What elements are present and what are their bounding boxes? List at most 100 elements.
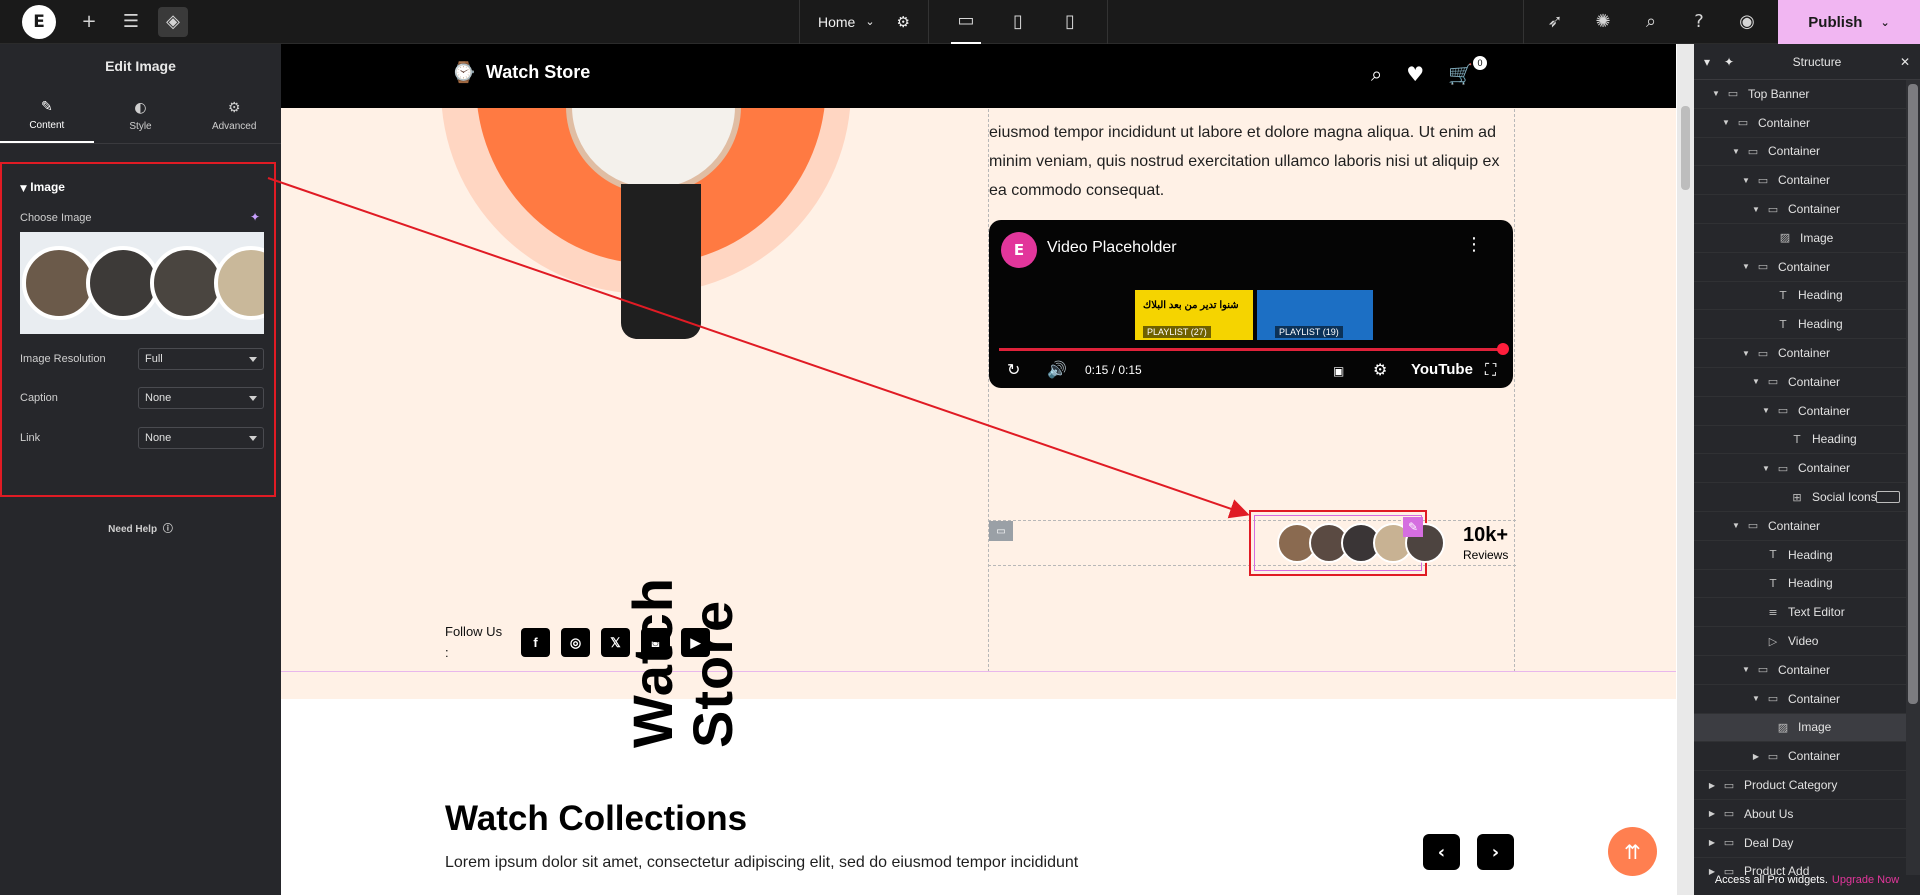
close-icon[interactable]: ✕ bbox=[1900, 55, 1910, 69]
structure-item[interactable]: ▶ ▭ Container bbox=[1694, 742, 1906, 772]
image-picker-preview[interactable] bbox=[20, 232, 264, 334]
upgrade-link[interactable]: Upgrade Now bbox=[1832, 874, 1899, 886]
structure-item[interactable]: ▼ ▭ Container bbox=[1694, 656, 1906, 685]
edit-widget-icon[interactable]: ✎ bbox=[1403, 517, 1423, 537]
settings-sliders-icon[interactable]: ☰ bbox=[116, 7, 146, 37]
caret-down-icon[interactable]: ▼ bbox=[1730, 147, 1742, 156]
structure-item[interactable]: ▶ ▭ Product Category bbox=[1694, 771, 1906, 800]
caret-down-icon[interactable]: ▼ bbox=[1740, 665, 1752, 674]
mobile-icon[interactable]: ▯ bbox=[1055, 7, 1085, 37]
ai-sparkle-icon[interactable]: ✦ bbox=[250, 210, 260, 224]
structure-item[interactable]: ▶ ▭ About Us bbox=[1694, 800, 1906, 829]
video-widget[interactable]: E Video Placeholder ⋮ شنوا تدير من بعد ا… bbox=[989, 220, 1513, 388]
structure-item[interactable]: T Heading bbox=[1694, 282, 1906, 311]
structure-item[interactable]: ▼ ▭ Container bbox=[1694, 109, 1906, 138]
structure-item[interactable]: ▼ ▭ Container bbox=[1694, 138, 1906, 167]
volume-icon[interactable]: 🔊 bbox=[1047, 360, 1067, 379]
structure-item[interactable]: T Heading bbox=[1694, 570, 1906, 599]
structure-item[interactable]: ▷ Video bbox=[1694, 627, 1906, 656]
caret-down-icon[interactable]: ▼ bbox=[1750, 377, 1762, 386]
canvas-scrollbar-thumb[interactable] bbox=[1681, 106, 1690, 190]
more-icon[interactable]: ⋮ bbox=[1465, 234, 1483, 255]
replay-icon[interactable]: ↻ bbox=[1007, 360, 1020, 379]
playlist-thumbnail[interactable]: PLAYLIST (19) bbox=[1257, 290, 1373, 340]
video-progress-bar[interactable] bbox=[999, 348, 1503, 351]
playlist-thumbnail[interactable]: شنوا تدير من بعد البلاك PLAYLIST (27) bbox=[1135, 290, 1253, 340]
structure-item[interactable]: ▼ ▭ Container bbox=[1694, 166, 1906, 196]
structure-item[interactable]: ▶ ▭ Deal Day bbox=[1694, 829, 1906, 858]
caret-down-icon[interactable]: ▼ bbox=[1740, 262, 1752, 271]
structure-item[interactable]: ▼ ▭ Container bbox=[1694, 685, 1906, 714]
megaphone-icon[interactable]: ✺ bbox=[1588, 7, 1618, 37]
dribbble-icon[interactable]: ◎ bbox=[561, 628, 590, 657]
tab-style[interactable]: ◐ Style bbox=[94, 88, 188, 143]
structure-item[interactable]: ▼ ▭ Top Banner bbox=[1694, 80, 1906, 109]
collapse-all-icon[interactable]: ▾ bbox=[1704, 55, 1710, 69]
top-banner[interactable]: eiusmod tempor incididunt ut labore et d… bbox=[281, 44, 1676, 699]
tab-content[interactable]: ✎ Content bbox=[0, 88, 94, 143]
structure-item[interactable]: T Heading bbox=[1694, 310, 1906, 340]
progress-handle[interactable] bbox=[1497, 343, 1509, 355]
site-brand[interactable]: ⌚ Watch Store bbox=[451, 60, 590, 84]
structure-scrollbar[interactable] bbox=[1906, 80, 1920, 875]
desktop-icon[interactable]: ▭ bbox=[951, 0, 981, 44]
carousel-next-button[interactable]: › bbox=[1477, 834, 1514, 870]
structure-item[interactable]: T Heading bbox=[1694, 426, 1906, 455]
caret-down-icon[interactable]: ▼ bbox=[1740, 176, 1752, 185]
caret-down-icon[interactable]: ▼ bbox=[1720, 118, 1732, 127]
caret-down-icon[interactable]: ▼ bbox=[1730, 521, 1742, 530]
caret-down-icon[interactable]: ▼ bbox=[1710, 89, 1722, 98]
caret-right-icon[interactable]: ▶ bbox=[1706, 838, 1718, 847]
publish-button[interactable]: Publish ⌄ bbox=[1778, 0, 1920, 44]
structure-item[interactable]: ≡ Text Editor bbox=[1694, 598, 1906, 628]
caret-right-icon[interactable]: ▶ bbox=[1706, 809, 1718, 818]
structure-item[interactable]: ▼ ▭ Container bbox=[1694, 454, 1906, 484]
selected-image-widget[interactable]: ✎ bbox=[1249, 510, 1445, 576]
scroll-to-top-button[interactable]: ⇈ bbox=[1608, 827, 1657, 876]
structure-item[interactable]: ▼ ▭ Container bbox=[1694, 253, 1906, 282]
caret-down-icon[interactable]: ▼ bbox=[1740, 349, 1752, 358]
search-icon[interactable]: ⌕ bbox=[1636, 7, 1666, 37]
tab-advanced[interactable]: ⚙ Advanced bbox=[187, 88, 281, 143]
page-selector[interactable]: Home ⌄ ⚙ bbox=[800, 13, 928, 31]
add-element-icon[interactable]: + bbox=[74, 7, 104, 37]
structure-item[interactable]: ▼ ▭ Container bbox=[1694, 397, 1906, 426]
section-toggle[interactable]: ▼ Image bbox=[20, 180, 65, 194]
structure-item[interactable]: ▨ Image bbox=[1694, 713, 1906, 743]
fullscreen-icon[interactable]: ⛶ bbox=[1485, 360, 1496, 380]
caret-down-icon[interactable]: ▼ bbox=[1750, 205, 1762, 214]
structure-item[interactable]: ▼ ▭ Container bbox=[1694, 195, 1906, 224]
structure-scrollbar-thumb[interactable] bbox=[1908, 84, 1918, 704]
cart-icon[interactable]: 🛒 bbox=[1448, 62, 1473, 86]
caret-right-icon[interactable]: ▶ bbox=[1706, 781, 1718, 790]
carousel-prev-button[interactable]: ‹ bbox=[1423, 834, 1460, 870]
caret-right-icon[interactable]: ▶ bbox=[1750, 752, 1762, 761]
eye-icon[interactable]: ◉ bbox=[1732, 7, 1762, 37]
structure-item[interactable]: ⊞ Social Icons bbox=[1694, 483, 1906, 512]
structure-item[interactable]: T Heading bbox=[1694, 541, 1906, 570]
search-icon[interactable]: ⌕ bbox=[1371, 62, 1382, 86]
need-help-link[interactable]: Need Help ⓘ bbox=[0, 520, 281, 535]
structure-item[interactable]: ▼ ▭ Container bbox=[1694, 368, 1906, 397]
page-settings-icon[interactable]: ⚙ bbox=[897, 13, 910, 31]
link-select[interactable]: None bbox=[138, 427, 264, 449]
layers-icon[interactable]: ◈ bbox=[158, 6, 188, 37]
structure-item[interactable]: ▨ Image bbox=[1694, 224, 1906, 253]
elementor-logo-icon[interactable]: E bbox=[22, 4, 56, 39]
structure-item[interactable]: ▼ ▭ Container bbox=[1694, 339, 1906, 368]
settings-icon[interactable]: ⚙ bbox=[1373, 360, 1387, 379]
captions-icon[interactable]: ▣ bbox=[1333, 364, 1344, 378]
facebook-icon[interactable]: f bbox=[521, 628, 550, 657]
caption-select[interactable]: None bbox=[138, 387, 264, 409]
heart-icon[interactable]: ♥ bbox=[1406, 62, 1424, 86]
ai-sparkle-icon[interactable]: ✦ bbox=[1724, 55, 1734, 69]
image-resolution-select[interactable]: Full bbox=[138, 348, 264, 370]
container-handle-icon[interactable]: ▭ bbox=[989, 521, 1013, 541]
structure-item[interactable]: ▼ ▭ Container bbox=[1694, 512, 1906, 541]
help-icon[interactable]: ? bbox=[1684, 7, 1714, 37]
youtube-logo[interactable]: YouTube bbox=[1411, 361, 1473, 378]
caret-down-icon[interactable]: ▼ bbox=[1750, 694, 1762, 703]
caret-down-icon[interactable]: ▼ bbox=[1760, 464, 1772, 473]
tablet-icon[interactable]: ▯ bbox=[1003, 7, 1033, 37]
caret-down-icon[interactable]: ▼ bbox=[1760, 406, 1772, 415]
